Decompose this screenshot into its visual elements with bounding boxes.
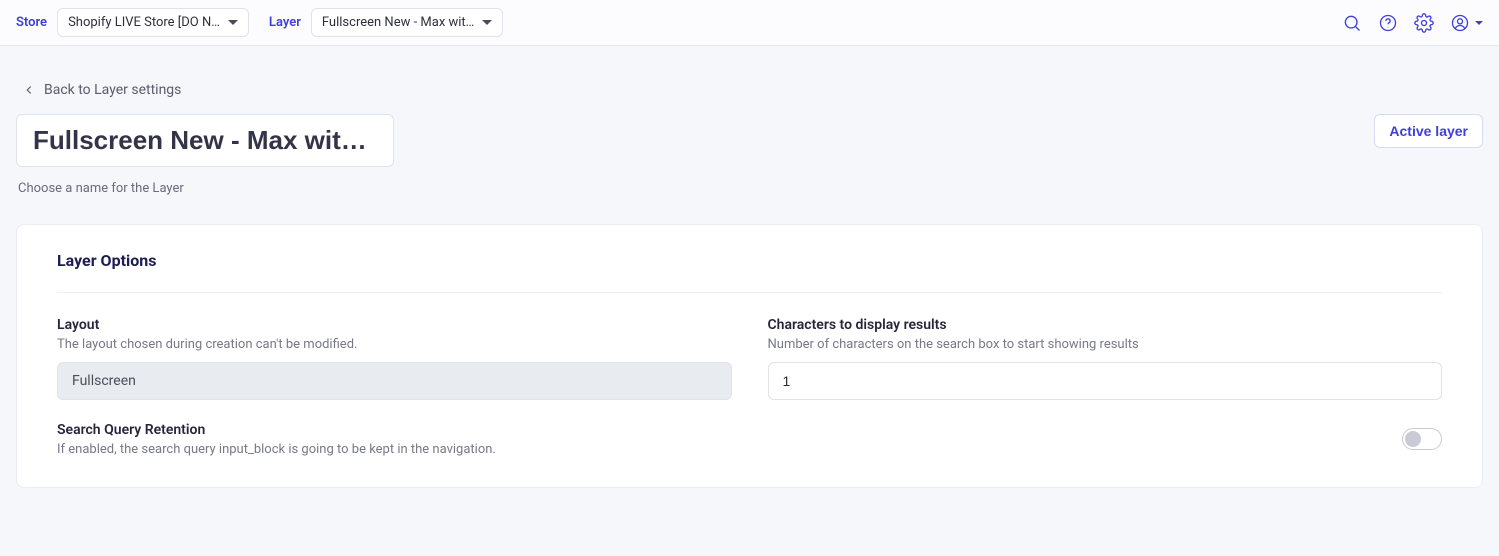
caret-down-icon: [1475, 21, 1483, 25]
active-layer-button[interactable]: Active layer: [1374, 114, 1483, 148]
help-icon[interactable]: [1377, 12, 1399, 34]
characters-desc: Number of characters on the search box t…: [768, 337, 1443, 352]
title-row: Active layer: [16, 114, 1483, 167]
card-divider: [57, 292, 1442, 293]
retention-desc: If enabled, the search query input_block…: [57, 442, 1386, 457]
search-icon[interactable]: [1341, 12, 1363, 34]
options-row-1: Layout The layout chosen during creation…: [57, 317, 1442, 400]
layer-label: Layer: [269, 15, 301, 30]
layout-label: Layout: [57, 317, 732, 333]
characters-field: Characters to display results Number of …: [768, 317, 1443, 400]
account-menu[interactable]: [1449, 12, 1483, 34]
layer-name-input[interactable]: [16, 114, 394, 167]
layout-value: Fullscreen: [57, 362, 732, 400]
store-label: Store: [16, 15, 47, 30]
topbar: Store Shopify LIVE Store [DO N… Layer Fu…: [0, 0, 1499, 46]
user-icon: [1449, 12, 1471, 34]
topbar-left: Store Shopify LIVE Store [DO N… Layer Fu…: [16, 8, 503, 37]
card-title: Layer Options: [57, 251, 1442, 270]
retention-label: Search Query Retention: [57, 422, 1386, 438]
layer-options-card: Layer Options Layout The layout chosen d…: [16, 224, 1483, 488]
retention-row: Search Query Retention If enabled, the s…: [57, 422, 1442, 457]
characters-label: Characters to display results: [768, 317, 1443, 333]
layer-select-value: Fullscreen New - Max wit…: [322, 15, 474, 30]
caret-down-icon: [482, 20, 492, 25]
retention-toggle[interactable]: [1402, 428, 1442, 450]
layout-field: Layout The layout chosen during creation…: [57, 317, 732, 400]
back-link-label: Back to Layer settings: [44, 82, 181, 98]
layer-select[interactable]: Fullscreen New - Max wit…: [311, 8, 503, 37]
topbar-right: [1341, 12, 1483, 34]
page-body: Back to Layer settings Active layer Choo…: [0, 46, 1499, 512]
layout-desc: The layout chosen during creation can't …: [57, 337, 732, 352]
layer-name-helper: Choose a name for the Layer: [18, 181, 1483, 196]
store-select[interactable]: Shopify LIVE Store [DO N…: [57, 8, 249, 37]
store-select-value: Shopify LIVE Store [DO N…: [68, 15, 220, 30]
toggle-knob: [1405, 431, 1421, 447]
chevron-left-icon: [22, 83, 36, 97]
characters-input[interactable]: [768, 362, 1443, 400]
caret-down-icon: [228, 20, 238, 25]
back-link[interactable]: Back to Layer settings: [22, 82, 181, 98]
retention-text: Search Query Retention If enabled, the s…: [57, 422, 1386, 457]
settings-icon[interactable]: [1413, 12, 1435, 34]
